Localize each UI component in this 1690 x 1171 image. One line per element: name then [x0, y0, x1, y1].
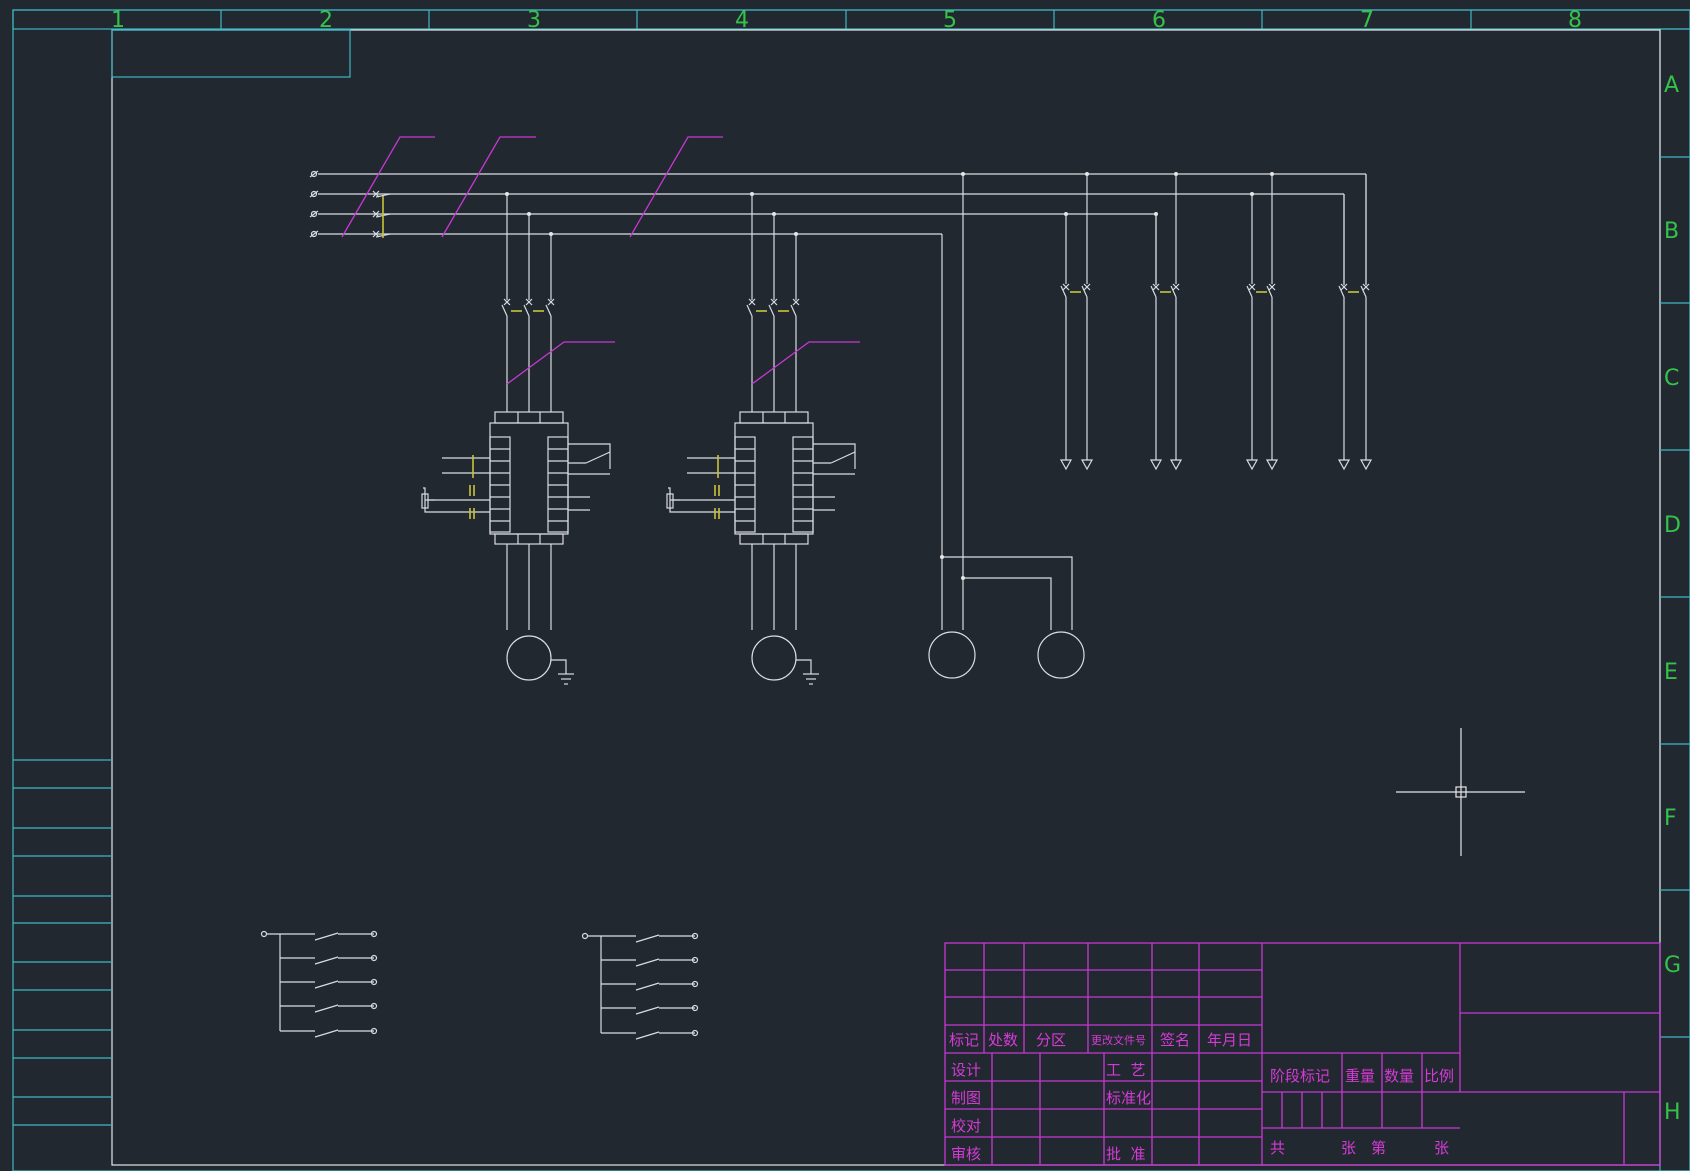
zone-row-f: F — [1664, 806, 1677, 831]
tb-header-zone: 分区 — [1036, 1031, 1066, 1049]
tb-role-review: 审核 — [951, 1145, 981, 1163]
zone-col-5: 5 — [943, 8, 957, 33]
main-busbars — [309, 170, 1367, 578]
tb-sheets: 张 — [1341, 1139, 1356, 1157]
tb-role-proofread: 校对 — [951, 1117, 981, 1135]
zone-row-h: H — [1664, 1100, 1681, 1125]
zone-col-6: 6 — [1152, 8, 1166, 33]
tb-scale: 比例 — [1424, 1067, 1454, 1085]
tb-sheet-no: 第 — [1371, 1139, 1386, 1157]
tb-quantity: 数量 — [1384, 1067, 1414, 1085]
zone-row-a: A — [1664, 73, 1679, 98]
tb-header-change-doc: 更改文件号 — [1091, 1033, 1146, 1047]
tb-stage-mark: 阶段标记 — [1270, 1067, 1330, 1085]
tb-role-process: 工 艺 — [1106, 1061, 1146, 1079]
title-block: 标记 处数 分区 更改文件号 签名 年月日 设计 制图 校对 审核 工 艺 标准… — [944, 942, 1661, 1166]
outgoing-feeders — [505, 172, 1373, 580]
zone-col-7: 7 — [1360, 8, 1374, 33]
tb-role-standardization: 标准化 — [1106, 1089, 1151, 1107]
tb-sheet: 张 — [1434, 1139, 1449, 1157]
switch-group-1 — [260, 930, 378, 1038]
switch-group-2 — [581, 932, 699, 1040]
tb-role-drafting: 制图 — [951, 1089, 981, 1107]
zone-col-3: 3 — [527, 8, 541, 33]
zone-row-e: E — [1664, 660, 1678, 685]
zone-col-4: 4 — [735, 8, 749, 33]
cad-drawing-canvas[interactable]: 1 2 3 4 5 6 7 8 A B C D E F G H 标记 处数 分区… — [0, 0, 1690, 1171]
drawing-frame — [12, 9, 1690, 1171]
single-phase-loads — [928, 556, 1085, 679]
tb-weight: 重量 — [1345, 1067, 1375, 1085]
tb-header-count: 处数 — [988, 1031, 1018, 1049]
main-disconnect-switch — [341, 136, 723, 238]
tb-total: 共 — [1270, 1139, 1285, 1157]
zone-row-b: B — [1664, 219, 1679, 244]
tb-header-signature: 签名 — [1160, 1031, 1190, 1049]
zone-row-c: C — [1664, 366, 1679, 391]
zone-row-g: G — [1664, 953, 1681, 978]
tb-header-date: 年月日 — [1207, 1031, 1252, 1049]
tb-header-mark: 标记 — [949, 1031, 979, 1049]
zone-col-8: 8 — [1568, 8, 1582, 33]
crosshair-cursor-icon[interactable] — [1396, 728, 1525, 856]
zone-col-2: 2 — [319, 8, 333, 33]
zone-col-1: 1 — [111, 8, 125, 33]
tb-role-approval: 批 准 — [1106, 1145, 1146, 1163]
tb-role-design: 设计 — [951, 1061, 981, 1079]
drive-unit-2 — [666, 194, 860, 685]
zone-row-d: D — [1664, 513, 1681, 538]
drive-unit-1 — [421, 194, 615, 685]
zone-row-labels: A B C D E F G H — [1664, 73, 1681, 1125]
